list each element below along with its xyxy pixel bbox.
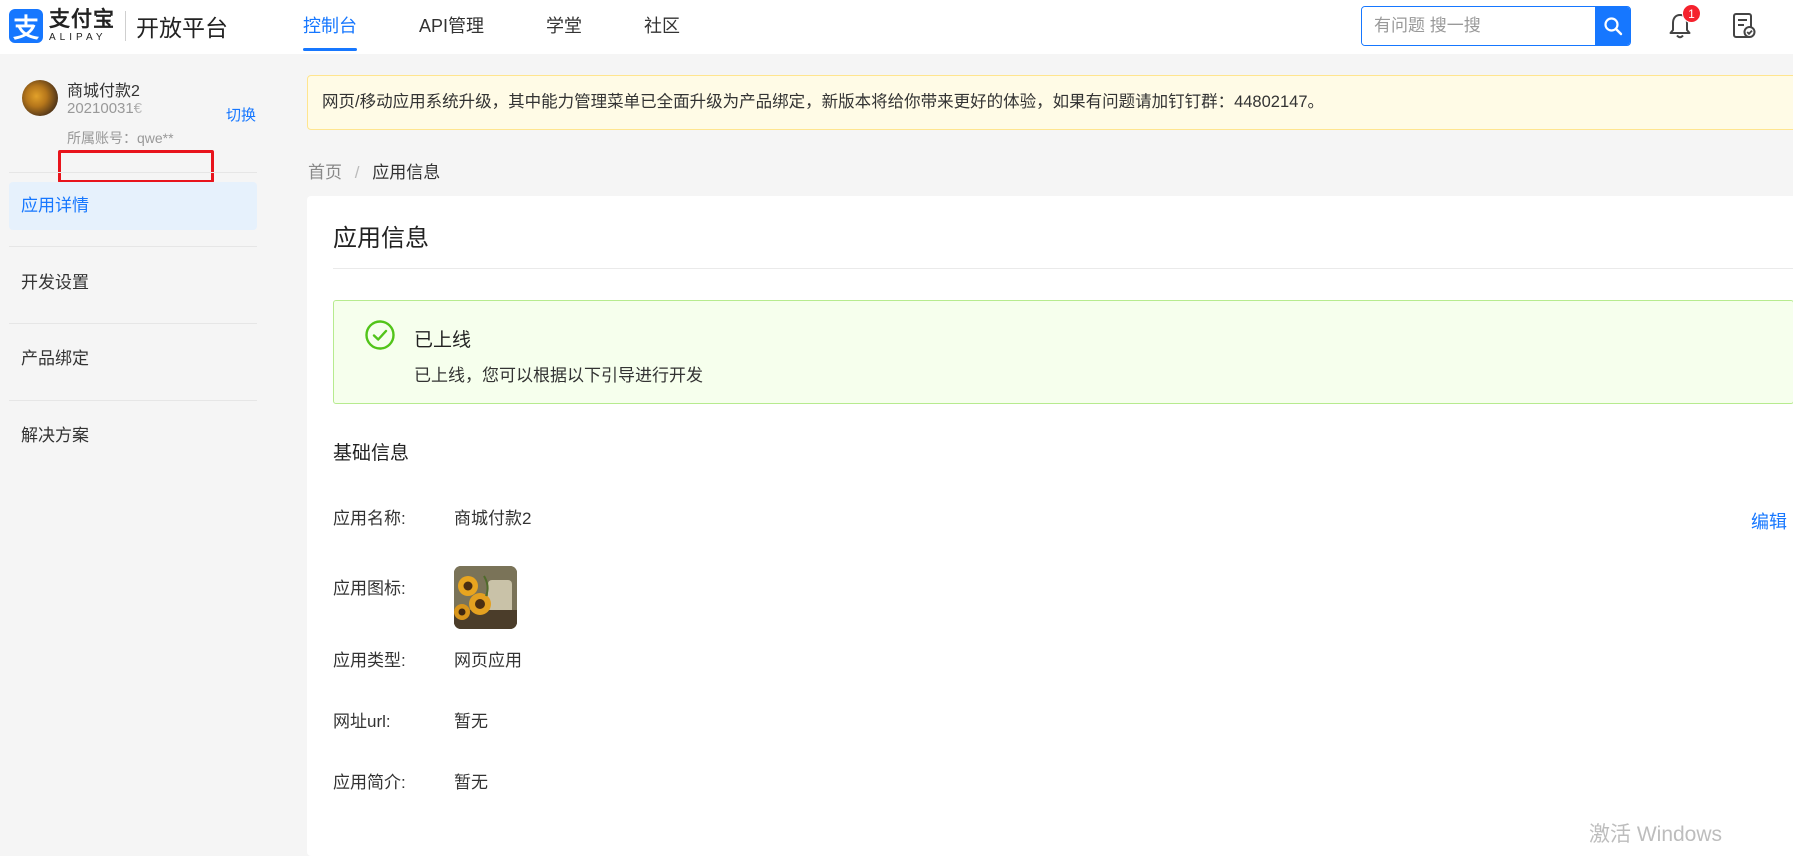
app-type-label: 应用类型: (333, 651, 406, 670)
intro-label: 应用简介: (333, 773, 406, 792)
status-description: 已上线，您可以根据以下引导进行开发 (414, 366, 703, 385)
app-name-value: 商城付款2 (454, 509, 532, 528)
app-type-value: 网页应用 (454, 651, 522, 670)
windows-activation-watermark: 激活 Windows (1589, 823, 1723, 846)
alipay-logo[interactable]: 支 支付宝 ALIPAY 开放平台 (9, 9, 228, 44)
search-icon (1603, 17, 1622, 36)
url-label: 网址url: (333, 712, 391, 731)
breadcrumb: 首页 / 应用信息 (308, 158, 440, 183)
breadcrumb-separator: / (354, 163, 360, 182)
title-divider (333, 268, 1793, 269)
top-bar: 支 支付宝 ALIPAY 开放平台 控制台 API管理 学堂 社区 1 (0, 0, 1793, 54)
search-box (1361, 6, 1631, 46)
app-icon-label: 应用图标: (333, 579, 406, 598)
sidebar-item-product-binding[interactable]: 产品绑定 (9, 335, 257, 383)
notification-badge: 1 (1682, 4, 1701, 23)
logo-name-cn: 支付宝 (49, 8, 115, 31)
sidebar: 商城付款2 20210031€ 切换 所属账号：qwe** 应用详情 开发设置 … (0, 54, 277, 838)
intro-value: 暂无 (454, 773, 488, 792)
basic-info-title: 基础信息 (333, 443, 410, 464)
nav-item-community[interactable]: 社区 (644, 0, 680, 54)
document-check-icon (1733, 13, 1756, 38)
sidebar-item-app-details[interactable]: 应用详情 (9, 182, 257, 230)
sidebar-divider (9, 246, 257, 247)
task-document-button[interactable] (1731, 12, 1757, 40)
account-owner: 所属账号：qwe** (67, 128, 277, 148)
breadcrumb-current: 应用信息 (372, 163, 441, 182)
alipay-logo-icon: 支 (9, 9, 43, 44)
sunflower-image (454, 566, 517, 629)
platform-name: 开放平台 (136, 15, 228, 41)
sidebar-item-dev-settings[interactable]: 开发设置 (9, 259, 257, 307)
main-nav: 控制台 API管理 学堂 社区 (303, 0, 742, 54)
app-icon-image (454, 566, 517, 629)
check-circle-icon (365, 320, 395, 350)
search-button[interactable] (1595, 7, 1630, 45)
notification-button[interactable]: 1 (1667, 4, 1701, 40)
page-title: 应用信息 (333, 225, 429, 252)
app-name-label: 应用名称: (333, 509, 406, 528)
app-info-card: 应用信息 已上线 已上线，您可以根据以下引导进行开发 基础信息 应用名称: 商城… (307, 196, 1793, 856)
nav-item-console[interactable]: 控制台 (303, 0, 357, 54)
sidebar-divider (9, 323, 257, 324)
edit-button[interactable]: 编辑 (1751, 508, 1787, 534)
nav-item-academy[interactable]: 学堂 (546, 0, 582, 54)
upgrade-notice: 网页/移动应用系统升级，其中能力管理菜单已全面升级为产品绑定，新版本将给你带来更… (307, 75, 1793, 130)
sidebar-divider (9, 172, 257, 173)
logo-divider (125, 11, 126, 41)
status-title: 已上线 (414, 330, 472, 351)
switch-app-link[interactable]: 切换 (226, 104, 256, 125)
status-alert: 已上线 已上线，您可以根据以下引导进行开发 (333, 300, 1793, 404)
logo-wordmark: 支付宝 ALIPAY (49, 9, 115, 43)
breadcrumb-home[interactable]: 首页 (308, 163, 342, 182)
logo-name-en: ALIPAY (49, 32, 107, 43)
sidebar-item-solutions[interactable]: 解决方案 (9, 412, 257, 460)
account-app-id: 20210031€ (67, 100, 207, 117)
account-app-name: 商城付款2 (67, 83, 140, 100)
search-input[interactable] (1362, 7, 1595, 45)
sidebar-divider (9, 400, 257, 401)
highlight-box (58, 150, 214, 183)
nav-item-api-management[interactable]: API管理 (419, 0, 484, 54)
url-value: 暂无 (454, 712, 488, 731)
avatar (22, 80, 58, 116)
